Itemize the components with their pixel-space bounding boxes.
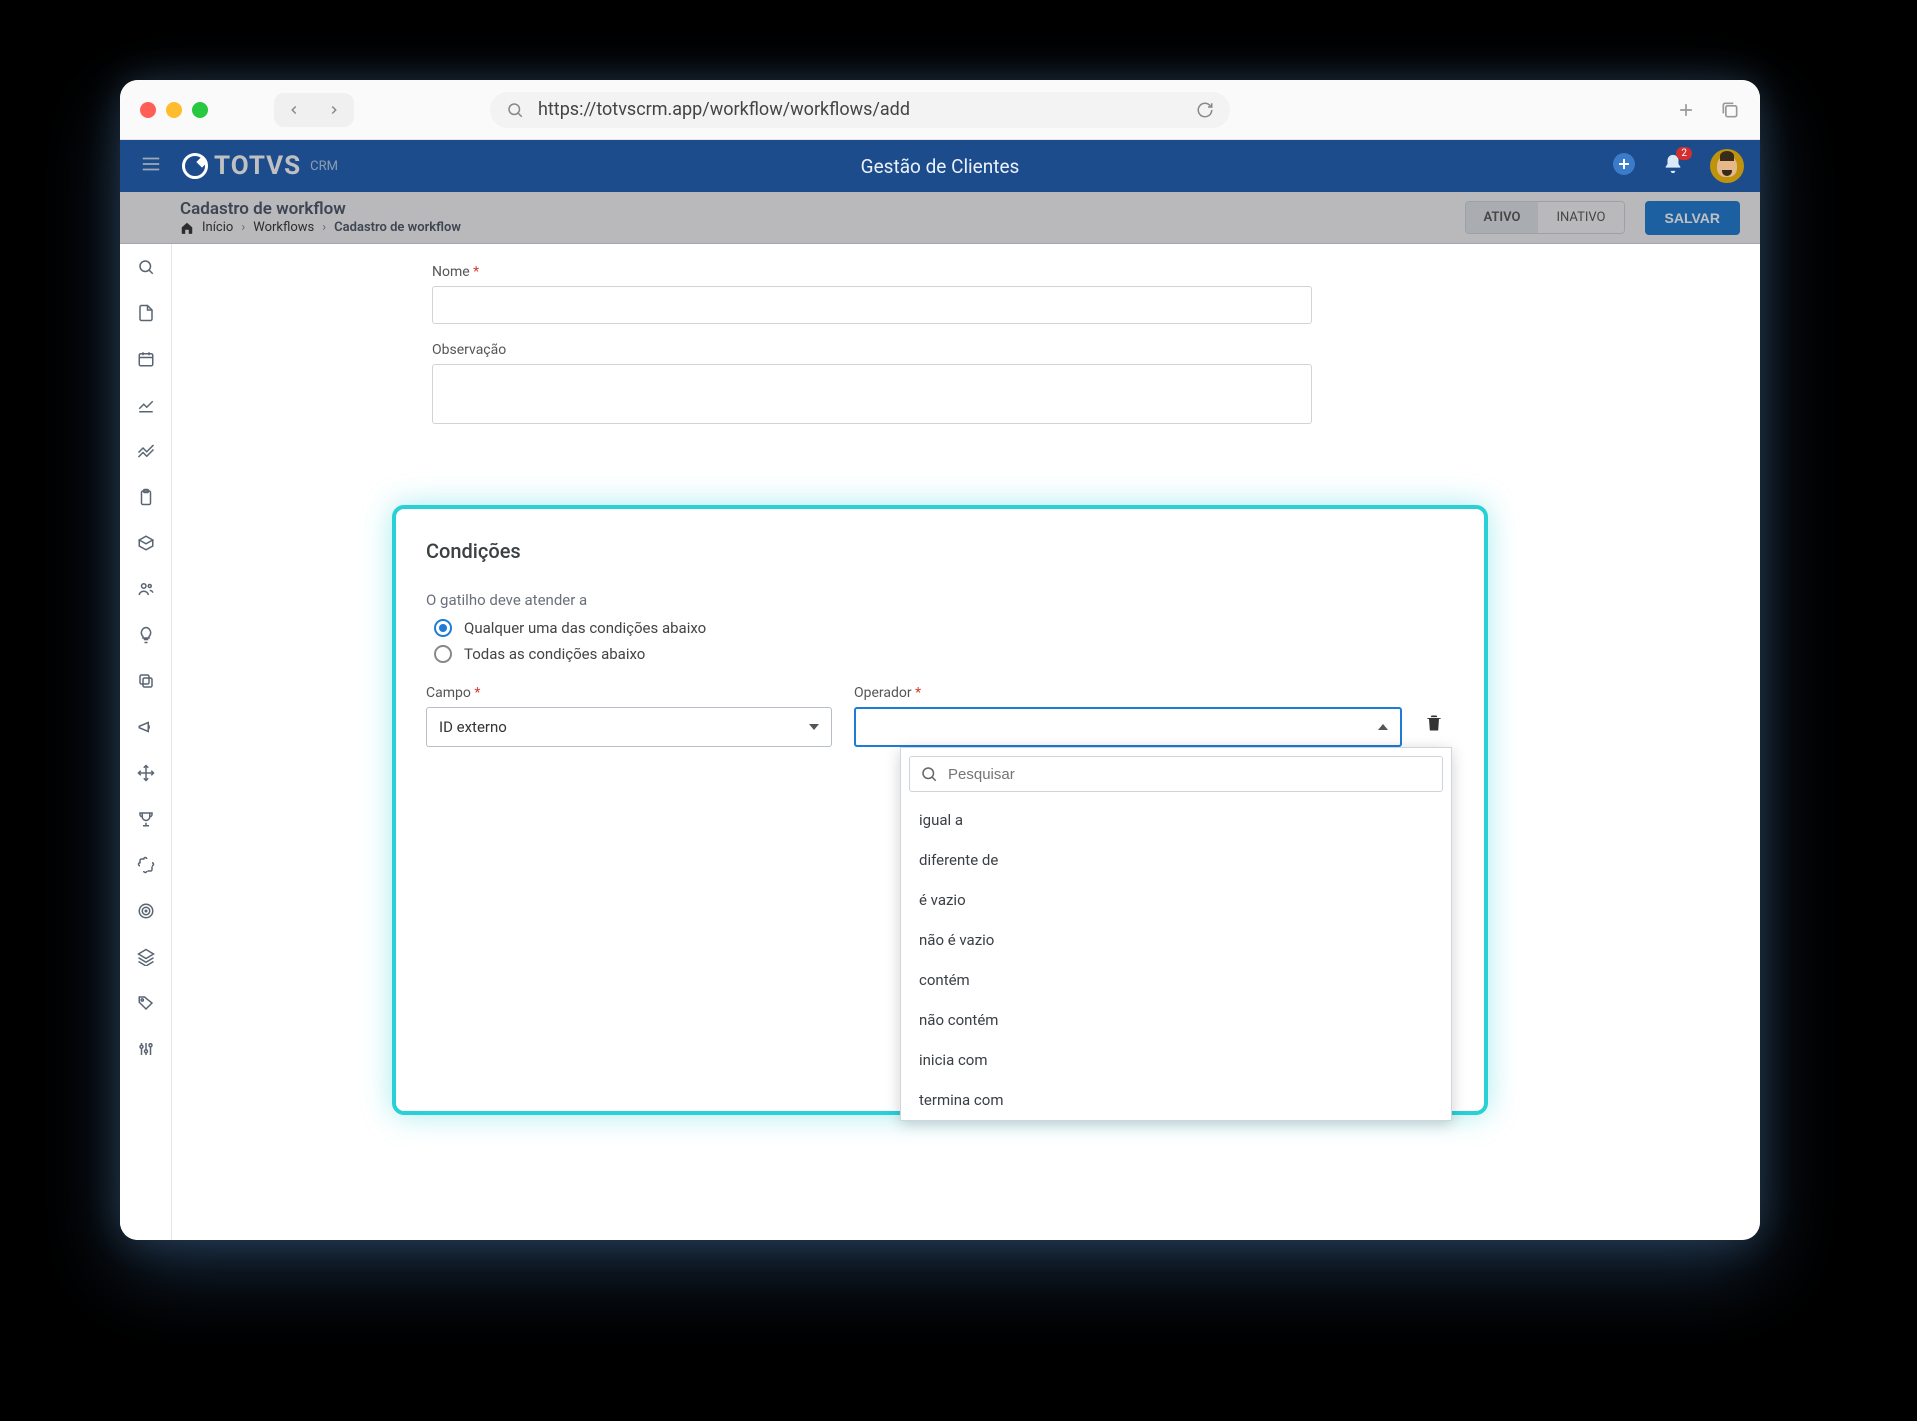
notifications-icon[interactable]: 2: [1662, 153, 1684, 179]
chrome-right-actions: [1676, 100, 1740, 120]
required-mark: *: [474, 685, 480, 701]
rail-move-icon[interactable]: [137, 764, 155, 786]
rail-idea-icon[interactable]: [137, 626, 155, 648]
reload-icon[interactable]: [1196, 101, 1214, 119]
rail-trophy-icon[interactable]: [137, 810, 155, 832]
notif-badge: 2: [1676, 147, 1692, 160]
dropdown-search-input[interactable]: [948, 766, 1432, 783]
avatar-face-icon: [1717, 155, 1737, 177]
minimize-window-icon[interactable]: [166, 102, 182, 118]
campo-select[interactable]: ID externo: [426, 707, 832, 747]
rail-tag-icon[interactable]: [137, 994, 155, 1016]
name-label: Nome *: [432, 264, 1760, 280]
rail-copy-icon[interactable]: [137, 672, 155, 694]
url-text: https://totvscrm.app/workflow/workflows/…: [538, 99, 1182, 120]
forward-button[interactable]: [314, 93, 354, 127]
tabs-icon[interactable]: [1720, 100, 1740, 120]
delete-condition-button[interactable]: [1424, 685, 1454, 737]
operador-label: Operador *: [854, 685, 1402, 701]
rail-clipboard-icon[interactable]: [137, 488, 155, 510]
name-field[interactable]: [432, 286, 1312, 324]
modal-hint: O gatilho deve atender a: [426, 591, 1454, 609]
modal-title: Condições: [426, 539, 1454, 563]
browser-chrome: https://totvscrm.app/workflow/workflows/…: [120, 80, 1760, 140]
conditions-modal: Condições O gatilho deve atender a Qualq…: [392, 505, 1488, 1115]
dropdown-option[interactable]: igual a: [901, 800, 1451, 840]
dropdown-option[interactable]: diferente de: [901, 840, 1451, 880]
rail-calendar-icon[interactable]: [137, 350, 155, 372]
search-icon: [506, 101, 524, 119]
chevron-down-icon: [809, 724, 819, 730]
obs-label: Observação: [432, 342, 1760, 358]
rail-search-icon[interactable]: [137, 258, 155, 280]
left-nav-rail: [120, 244, 172, 1240]
dropdown-option[interactable]: não contém: [901, 1000, 1451, 1040]
rail-megaphone-icon[interactable]: [137, 718, 155, 740]
radio-all-icon: [434, 645, 452, 663]
rail-trend-icon[interactable]: [137, 442, 155, 464]
name-label-text: Nome: [432, 264, 470, 280]
chevron-up-icon: [1378, 724, 1388, 730]
operador-label-text: Operador: [854, 685, 912, 701]
search-icon: [920, 765, 938, 783]
back-button[interactable]: [274, 93, 314, 127]
radio-any[interactable]: Qualquer uma das condições abaixo: [434, 619, 1454, 637]
browser-window: https://totvscrm.app/workflow/workflows/…: [120, 80, 1760, 1240]
rail-target-icon[interactable]: [137, 902, 155, 924]
dropdown-option[interactable]: é vazio: [901, 880, 1451, 920]
radio-any-label: Qualquer uma das condições abaixo: [464, 619, 706, 637]
rail-document-icon[interactable]: [137, 304, 155, 326]
url-bar[interactable]: https://totvscrm.app/workflow/workflows/…: [490, 92, 1230, 128]
app-title: Gestão de Clientes: [861, 155, 1020, 178]
campo-label-text: Campo: [426, 685, 471, 701]
dropdown-search: [909, 756, 1443, 792]
dropdown-option[interactable]: contém: [901, 960, 1451, 1000]
rail-extension-icon[interactable]: [137, 856, 155, 878]
brand-logo-icon: [182, 153, 208, 179]
new-tab-icon[interactable]: [1676, 100, 1696, 120]
dropdown-option[interactable]: inicia com: [901, 1040, 1451, 1080]
rail-settings-icon[interactable]: [137, 1040, 155, 1062]
close-window-icon[interactable]: [140, 102, 156, 118]
operador-select[interactable]: [854, 707, 1402, 747]
add-button[interactable]: [1612, 152, 1636, 180]
maximize-window-icon[interactable]: [192, 102, 208, 118]
radio-any-icon: [434, 619, 452, 637]
nav-buttons: [274, 93, 354, 127]
window-controls: [140, 102, 208, 118]
required-mark: *: [915, 685, 921, 701]
campo-label: Campo *: [426, 685, 832, 701]
dropdown-option[interactable]: não é vazio: [901, 920, 1451, 960]
operador-dropdown: igual a diferente de é vazio não é vazio…: [900, 747, 1452, 1121]
observation-field[interactable]: [432, 364, 1312, 424]
radio-all-label: Todas as condições abaixo: [464, 645, 645, 663]
campo-value: ID externo: [439, 718, 507, 736]
required-mark: *: [473, 264, 479, 280]
rail-box-icon[interactable]: [137, 534, 155, 556]
rail-chart-icon[interactable]: [137, 396, 155, 418]
rail-users-icon[interactable]: [137, 580, 155, 602]
rail-layers-icon[interactable]: [137, 948, 155, 970]
dropdown-option[interactable]: termina com: [901, 1080, 1451, 1120]
radio-all[interactable]: Todas as condições abaixo: [434, 645, 1454, 663]
trash-icon: [1424, 713, 1444, 733]
